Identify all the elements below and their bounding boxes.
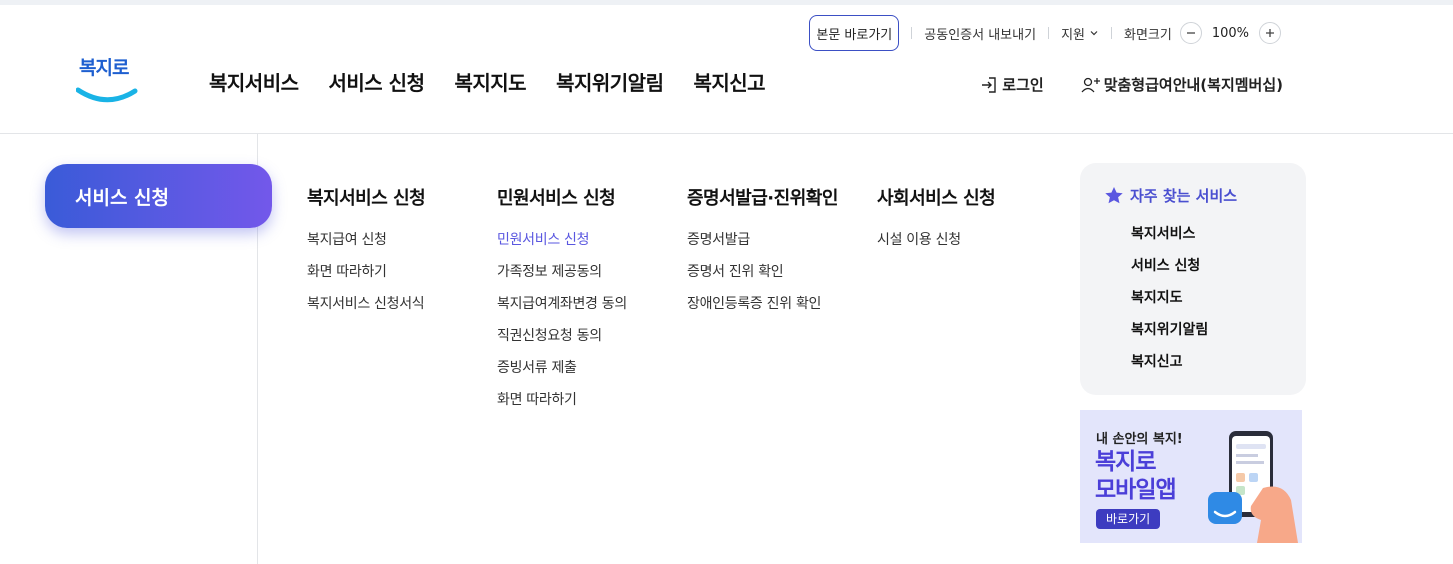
favorites-title-text: 자주 찾는 서비스	[1130, 187, 1238, 205]
menu-link[interactable]: 시설 이용 신청	[877, 224, 995, 256]
login-icon	[982, 76, 996, 93]
logo-smile-icon	[76, 87, 138, 103]
support-dropdown[interactable]: 지원	[1061, 24, 1099, 43]
menu-link[interactable]: 화면 따라하기	[497, 384, 627, 416]
menu-link[interactable]: 장애인등록증 진위 확인	[687, 288, 838, 320]
nav-item-welfare-map[interactable]: 복지지도	[454, 67, 526, 96]
support-label: 지원	[1061, 27, 1085, 43]
login-link[interactable]: 로그인	[980, 74, 1044, 95]
menu-link-active[interactable]: 민원서비스 신청	[497, 224, 627, 256]
favorite-link[interactable]: 복지서비스	[1131, 218, 1306, 250]
category-service-apply[interactable]: 서비스 신청	[45, 164, 272, 228]
menu-link[interactable]: 복지급여계좌변경 동의	[497, 288, 627, 320]
menu-link[interactable]: 화면 따라하기	[307, 256, 425, 288]
banner-title-line2: 모바일앱	[1095, 477, 1177, 503]
divider	[911, 27, 913, 39]
menu-link[interactable]: 가족정보 제공동의	[497, 256, 627, 288]
favorites-title: 자주 찾는 서비스	[1104, 185, 1306, 206]
zoom-out-button[interactable]	[1179, 22, 1202, 44]
cert-export-link[interactable]: 공동인증서 내보내기	[924, 24, 1036, 43]
minus-icon	[1186, 32, 1195, 34]
banner-title-line1: 복지로	[1095, 449, 1156, 475]
main-nav: 복지서비스 서비스 신청 복지지도 복지위기알림 복지신고	[209, 67, 766, 96]
menu-column-title: 증명서발급·진위확인	[687, 188, 838, 209]
banner-go-button[interactable]: 바로가기	[1096, 509, 1161, 529]
menu-link[interactable]: 복지서비스 신청서식	[307, 288, 425, 320]
nav-item-crisis-alert[interactable]: 복지위기알림	[556, 67, 664, 96]
divider	[1110, 27, 1112, 39]
utility-bar: 본문 바로가기 공동인증서 내보내기 지원 화면크기 100%	[809, 15, 1281, 51]
login-label: 로그인	[1002, 76, 1044, 94]
divider	[1048, 27, 1050, 39]
star-icon	[1105, 187, 1123, 204]
banner-subtitle: 내 손안의 복지!	[1096, 432, 1183, 447]
member-links: 로그인 맞춤형급여안내(복지멤버십)	[980, 74, 1283, 95]
menu-column-civil-apply: 민원서비스 신청 민원서비스 신청 가족정보 제공동의 복지급여계좌변경 동의 …	[497, 184, 627, 416]
favorite-link[interactable]: 복지위기알림	[1131, 314, 1306, 346]
menu-column-title: 민원서비스 신청	[497, 188, 616, 209]
skip-to-content-link[interactable]: 본문 바로가기	[809, 15, 900, 51]
mobile-app-banner[interactable]: 내 손안의 복지! 복지로 모바일앱 바로가기	[1080, 410, 1302, 543]
menu-link[interactable]: 증빙서류 제출	[497, 352, 627, 384]
nav-item-welfare-service[interactable]: 복지서비스	[209, 67, 299, 96]
nav-item-service-apply[interactable]: 서비스 신청	[329, 67, 425, 96]
banner-title: 복지로 모바일앱	[1095, 448, 1177, 504]
favorite-link[interactable]: 복지신고	[1131, 346, 1306, 378]
membership-link[interactable]: 맞춤형급여안내(복지멤버십)	[1080, 74, 1283, 95]
nav-item-welfare-report[interactable]: 복지신고	[693, 67, 765, 96]
membership-label: 맞춤형급여안내(복지멤버십)	[1103, 76, 1283, 94]
site-header: 본문 바로가기 공동인증서 내보내기 지원 화면크기 100% 복지로 복지서비…	[0, 5, 1453, 134]
menu-column-title: 복지서비스 신청	[307, 188, 426, 209]
logo[interactable]: 복지로	[76, 53, 138, 107]
user-add-icon	[1081, 77, 1100, 92]
menu-link[interactable]: 증명서발급	[687, 224, 838, 256]
menu-link[interactable]: 증명서 진위 확인	[687, 256, 838, 288]
favorites-panel: 자주 찾는 서비스 복지서비스 서비스 신청 복지지도 복지위기알림 복지신고	[1080, 163, 1306, 395]
menu-column-social-service: 사회서비스 신청 시설 이용 신청	[877, 184, 996, 256]
favorite-link[interactable]: 복지지도	[1131, 282, 1306, 314]
menu-column-welfare-apply: 복지서비스 신청 복지급여 신청 화면 따라하기 복지서비스 신청서식	[307, 184, 426, 320]
screen-size-label: 화면크기	[1123, 27, 1172, 43]
menu-link[interactable]: 복지급여 신청	[307, 224, 425, 256]
favorite-link[interactable]: 서비스 신청	[1131, 250, 1306, 282]
menu-link[interactable]: 직권신청요청 동의	[497, 320, 627, 352]
phone-in-hand-icon	[1208, 431, 1298, 543]
zoom-in-button[interactable]	[1259, 22, 1281, 44]
zoom-level: 100%	[1211, 25, 1249, 41]
chevron-down-icon	[1090, 31, 1098, 36]
menu-category-column: 서비스 신청	[0, 134, 272, 564]
plus-icon	[1266, 29, 1274, 37]
menu-column-title: 사회서비스 신청	[877, 188, 996, 209]
menu-column-certificate: 증명서발급·진위확인 증명서발급 증명서 진위 확인 장애인등록증 진위 확인	[687, 184, 838, 320]
